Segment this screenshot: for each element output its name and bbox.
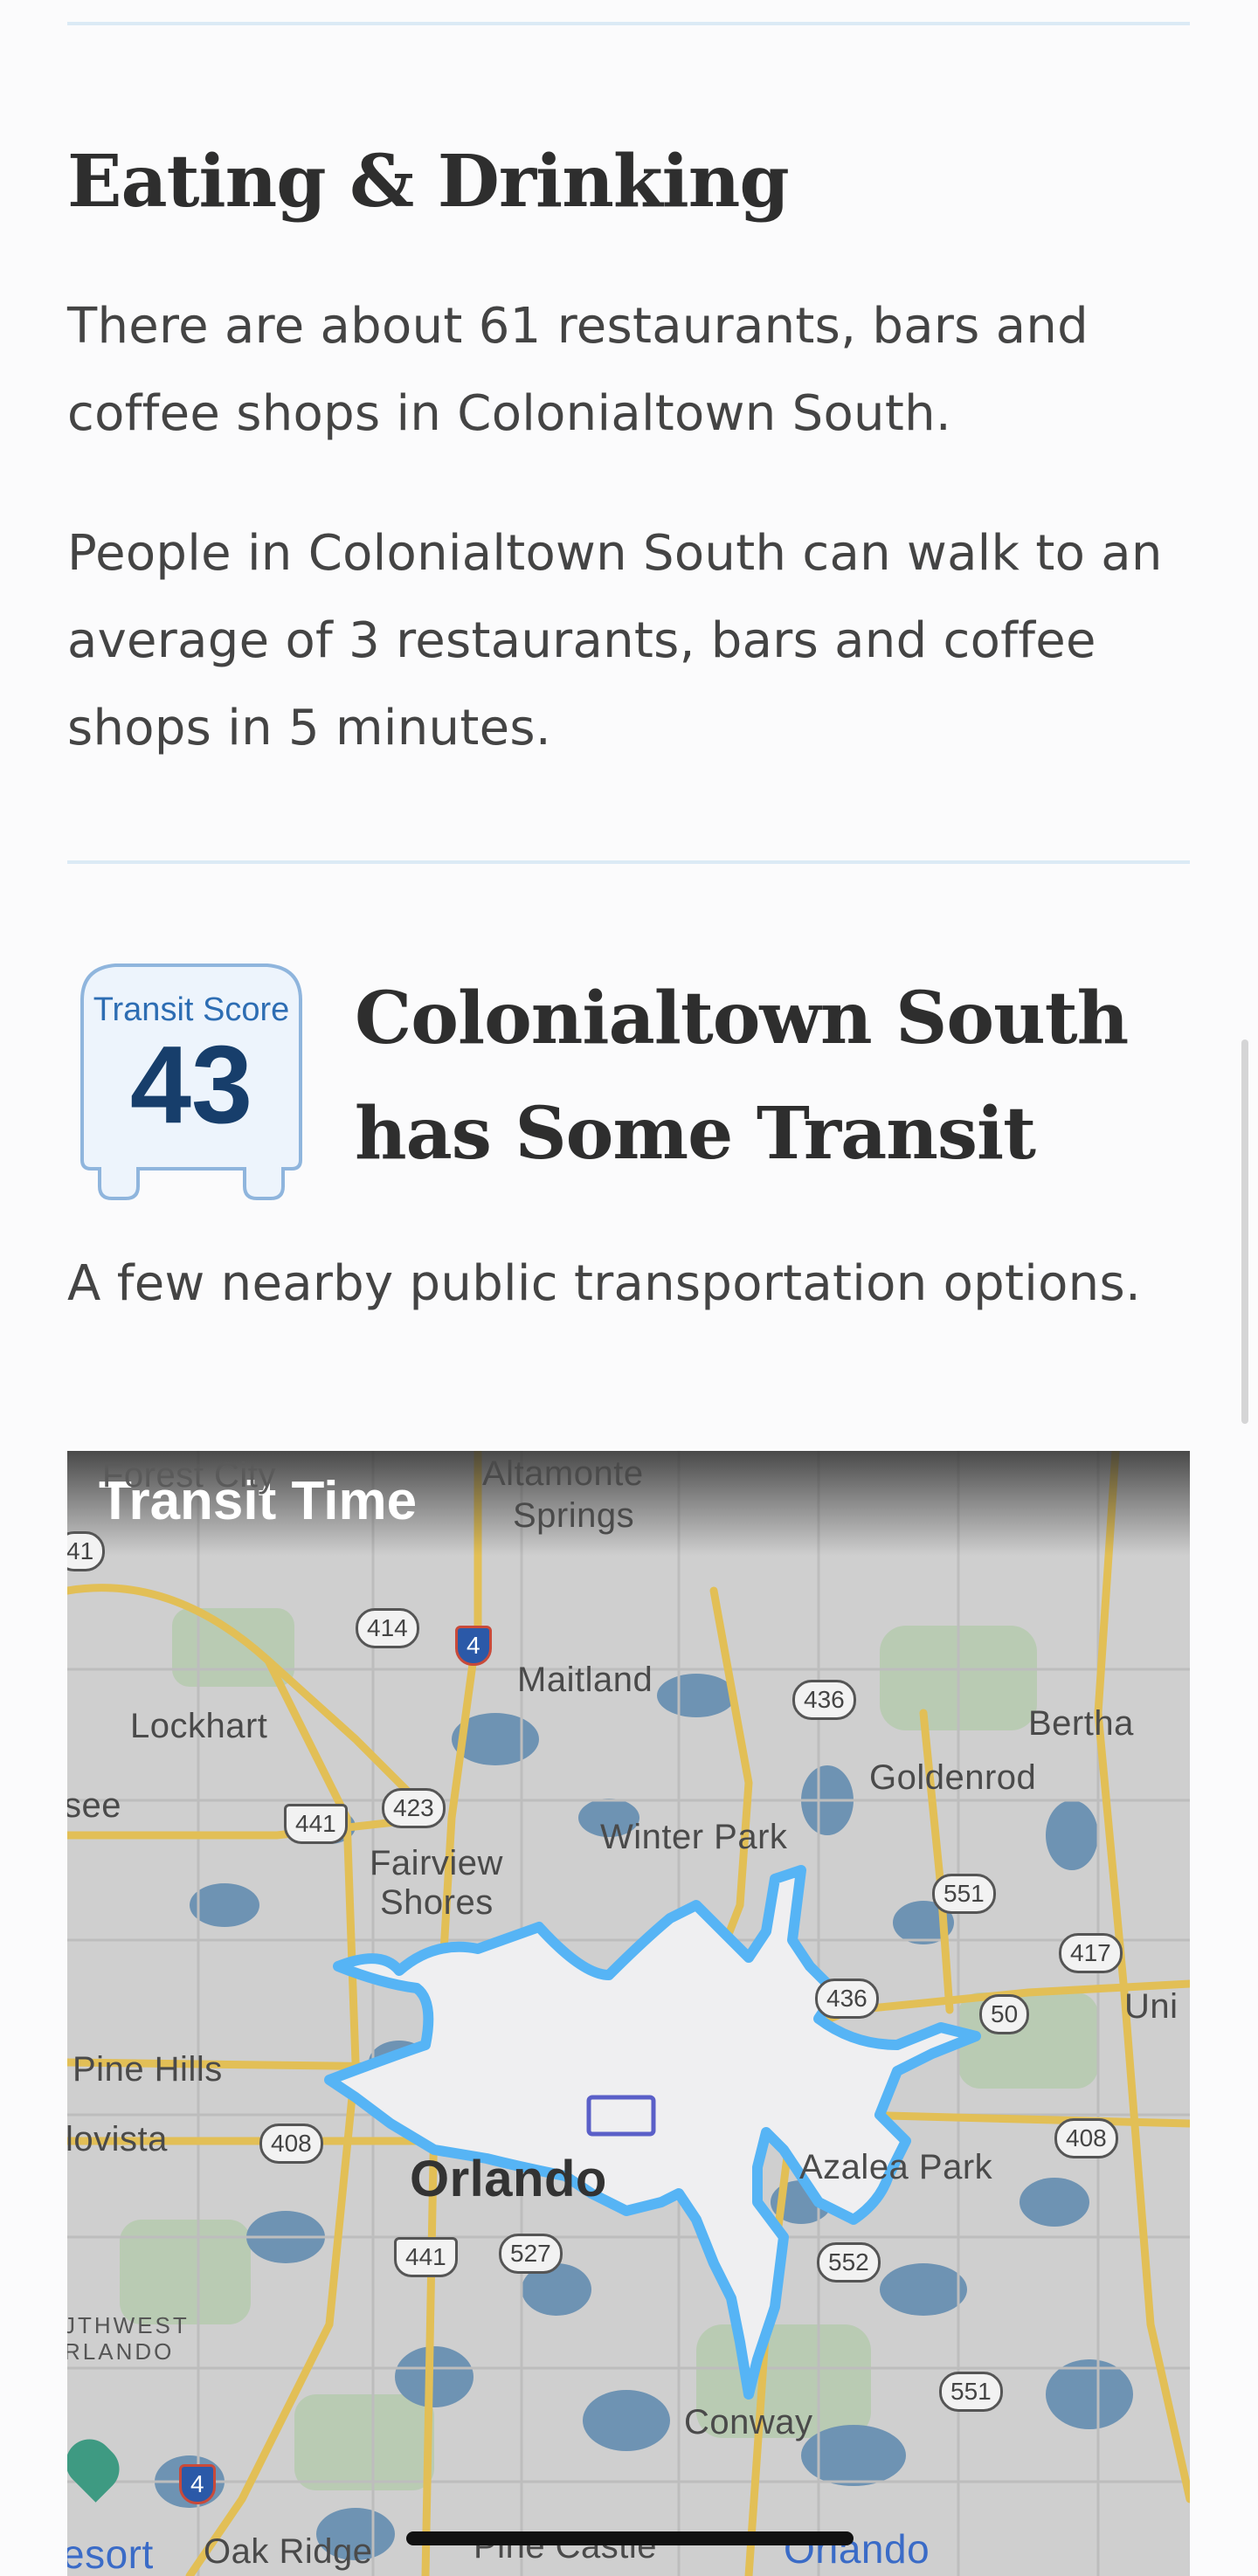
route-shield: 551 (939, 2372, 1003, 2412)
map-label-goldenrod: Goldenrod (869, 1758, 1037, 1797)
page-scrollbar[interactable] (1241, 1039, 1248, 1424)
map-label-bertha: Bertha (1028, 1704, 1134, 1743)
map-label-maitland: Maitland (517, 1661, 653, 1699)
interstate-shield: 4 (455, 1626, 492, 1666)
route-shield: 551 (932, 1874, 996, 1914)
route-shield: 552 (817, 2242, 881, 2282)
route-shield: 414 (356, 1608, 419, 1648)
eating-para2-line1: People in Colonialtown South can walk to… (67, 525, 1163, 582)
transit-title-line2: has Some Transit (355, 1092, 1036, 1176)
transit-score-badge[interactable]: Transit Score 43 (73, 961, 309, 1205)
transit-description: A few nearby public transportation optio… (67, 1255, 1142, 1312)
transit-title: Colonialtown South has Some Transit (355, 961, 1129, 1191)
bus-badge-icon: Transit Score 43 (80, 963, 302, 1200)
map-label-orlando-small: RLANDO (67, 2338, 175, 2365)
interstate-shield: 4 (179, 2464, 216, 2504)
transit-time-map[interactable]: Transit Time Forest City Altamonte Sprin… (67, 1451, 1190, 2576)
map-label-pine-hills: Pine Hills (73, 2050, 223, 2089)
route-shield: 436 (792, 1680, 856, 1720)
map-label-oak-ridge: Oak Ridge (204, 2532, 373, 2571)
eating-para1-line2: coffee shops in Colonialtown South. (67, 385, 951, 442)
map-label-winter-park: Winter Park (600, 1818, 788, 1856)
map-label-uni: Uni (1124, 1987, 1179, 2026)
map-label-conway: Conway (684, 2403, 813, 2441)
map-label-resort: esort (67, 2531, 154, 2576)
route-shield: 408 (259, 2124, 323, 2164)
eating-para2-line3: shops in 5 minutes. (67, 700, 551, 756)
route-shield: 41 (67, 1531, 106, 1571)
eating-paragraph-2: People in Colonialtown South can walk to… (67, 510, 1203, 772)
map-label-altamonte: Altamonte (482, 1454, 644, 1493)
section-divider-top (67, 22, 1190, 25)
route-shield: 417 (1059, 1933, 1123, 1973)
eating-paragraph-1: There are about 61 restaurants, bars and… (67, 283, 1203, 458)
score-badge-value: 43 (130, 1023, 252, 1146)
eating-para2-line2: average of 3 restaurants, bars and coffe… (67, 612, 1096, 669)
route-shield: 408 (1054, 2118, 1118, 2158)
transit-title-line1: Colonialtown South (355, 977, 1129, 1060)
route-shield: 436 (815, 1979, 879, 2019)
home-indicator[interactable] (406, 2531, 854, 2545)
map-label-southwest: JTHWEST (67, 2312, 190, 2338)
route-shield: 50 (979, 1994, 1030, 2034)
map-label-fairview: Fairview (370, 1844, 503, 1882)
map-label-springs: Springs (513, 1496, 635, 1535)
map-label-shores: Shores (380, 1883, 494, 1922)
route-shield: 527 (499, 2234, 563, 2274)
map-label-orlando: Orlando (410, 2151, 607, 2207)
route-shield: 441 (394, 2237, 458, 2277)
eating-para1-line1: There are about 61 restaurants, bars and (67, 298, 1089, 355)
route-shield: 423 (382, 1788, 446, 1828)
map-label-lovista: lovista (67, 2120, 168, 2158)
map-label-forest-city: Forest City (102, 1456, 276, 1495)
map-label-see: see (67, 1786, 121, 1825)
section-divider-middle (67, 860, 1190, 864)
eating-heading: Eating & Drinking (67, 140, 790, 224)
map-label-lockhart: Lockhart (130, 1707, 268, 1745)
map-label-azalea-park: Azalea Park (799, 2148, 993, 2186)
route-shield: 441 (284, 1804, 348, 1844)
